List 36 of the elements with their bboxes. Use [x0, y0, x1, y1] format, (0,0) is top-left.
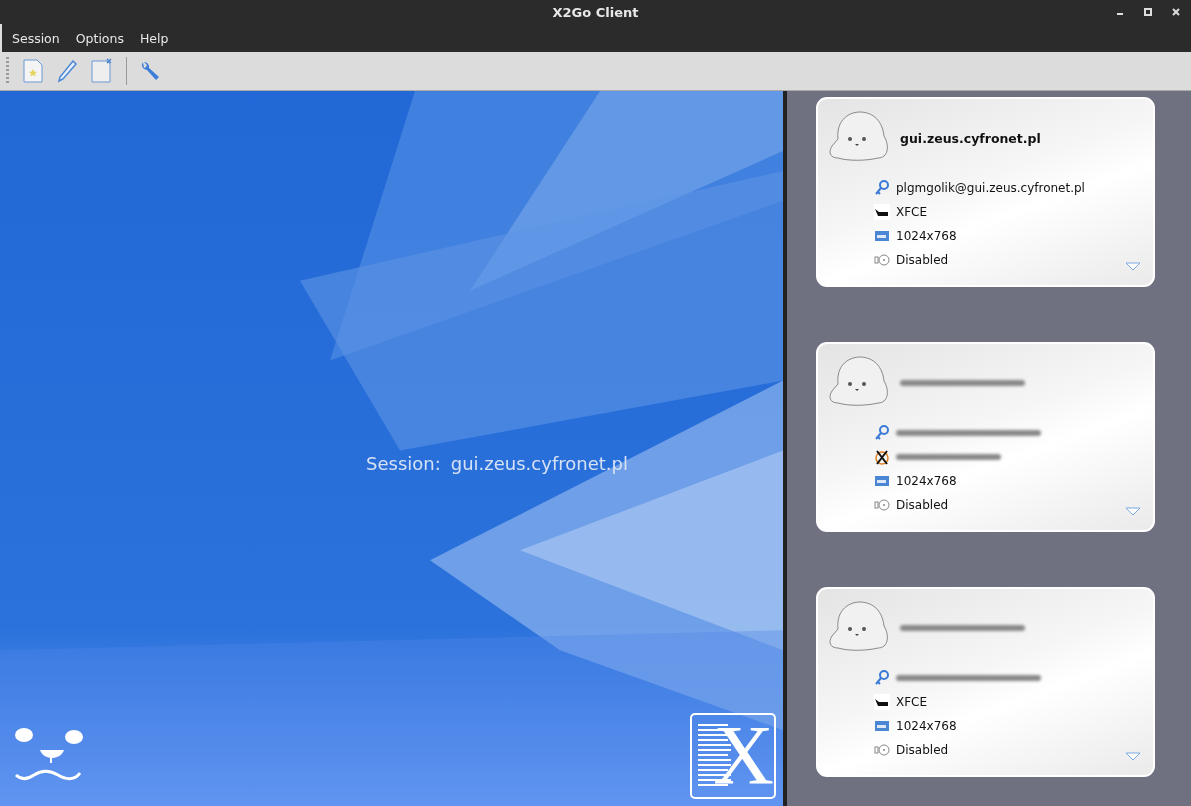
caret-icon[interactable] — [1125, 507, 1141, 516]
wrench-icon[interactable] — [139, 59, 161, 83]
session-name-field[interactable]: gui.zeus.cyfronet.pl — [450, 453, 628, 474]
pencil-icon[interactable] — [56, 58, 78, 84]
document-icon[interactable] — [90, 58, 114, 84]
session-detail: Disabled — [896, 497, 949, 512]
close-icon[interactable] — [1171, 7, 1181, 17]
speaker-icon — [874, 496, 890, 513]
caret-icon[interactable] — [1125, 262, 1141, 271]
session-detail: XFCE — [896, 204, 928, 219]
session-detail: 1024x768 — [896, 718, 957, 733]
key-icon — [874, 424, 890, 441]
session-card[interactable]: 1024x768 Disabled — [816, 342, 1155, 532]
session-name: gui.zeus.cyfronet.pl — [900, 130, 1041, 146]
window-title: X2Go Client — [552, 4, 639, 20]
session-card[interactable]: gui.zeus.cyfronet.pl plgmgolik@gui.zeus.cyfronet.pl XFCE 1024x768 Disabled — [816, 97, 1155, 287]
session-detail: Disabled — [896, 252, 949, 267]
maximize-icon[interactable] — [1143, 7, 1153, 17]
toolbar-grip-icon — [6, 57, 10, 85]
session-detail: 1024x768 — [896, 228, 957, 243]
session-label: Session: — [366, 453, 441, 474]
session-detail: plgmgolik@gui.zeus.cyfronet.pl — [896, 180, 1085, 195]
session-detail: Disabled — [896, 742, 949, 757]
menu-item[interactable]: Options — [75, 30, 124, 46]
key-icon — [874, 669, 890, 686]
key-icon — [874, 179, 890, 196]
new-document-icon[interactable] — [22, 58, 44, 84]
menu-item[interactable]: Session — [12, 30, 60, 46]
x-icon — [874, 448, 890, 465]
caret-icon[interactable] — [1125, 752, 1141, 761]
speaker-icon — [874, 741, 890, 758]
speaker-icon — [874, 251, 890, 268]
session-card[interactable]: XFCE 1024x768 Disabled — [816, 587, 1155, 777]
session-detail: 1024x768 — [896, 473, 957, 488]
session-detail: XFCE — [896, 694, 928, 709]
menu-item[interactable]: Help — [139, 30, 169, 46]
